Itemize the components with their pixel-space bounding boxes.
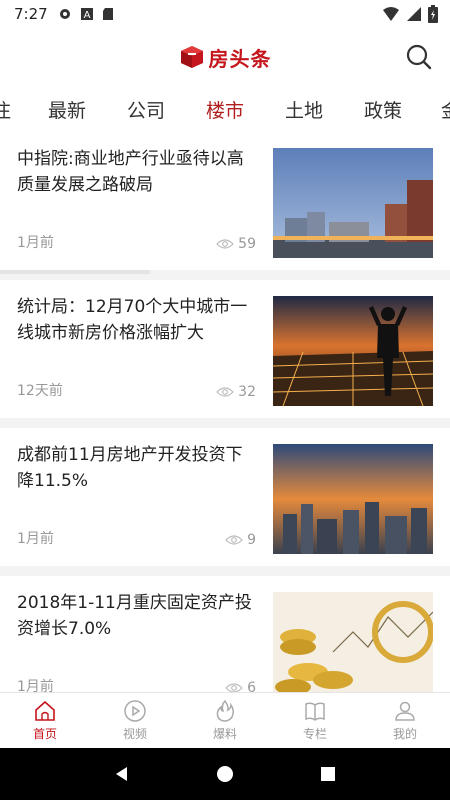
bottom-nav: 首页 视频 爆料 专栏 我的	[0, 692, 450, 748]
view-count: 59	[238, 236, 256, 252]
tab-policy[interactable]: 政策	[364, 96, 402, 123]
view-count: 9	[247, 532, 256, 548]
notification-a-icon: A	[80, 8, 93, 21]
app-header: 房头条	[0, 28, 450, 86]
battery-icon	[428, 5, 438, 23]
status-time: 7:27	[14, 5, 48, 23]
home-circle-icon[interactable]	[216, 765, 234, 783]
article-views: 9	[225, 532, 256, 548]
eye-icon	[225, 683, 243, 692]
nav-column[interactable]: 专栏	[270, 693, 360, 748]
night-city-image	[273, 296, 433, 406]
eye-icon	[216, 387, 235, 397]
status-bar: 7:27 A	[0, 0, 450, 28]
nav-profile-label: 我的	[392, 727, 417, 741]
article-thumbnail	[273, 444, 433, 554]
tab-latest[interactable]: 最新	[48, 96, 86, 123]
sunset-skyline-image	[273, 444, 433, 554]
logo-text: 房头条	[208, 46, 272, 71]
system-nav-bar	[0, 748, 450, 800]
nav-column-label: 专栏	[302, 727, 327, 741]
user-icon	[395, 701, 415, 721]
tab-property-market[interactable]: 楼市	[206, 96, 244, 123]
article-card[interactable]: 成都前11月房地产开发投资下降11.5% 1月前 9	[0, 428, 450, 566]
tab-partial-left[interactable]: 注	[0, 96, 11, 123]
article-time: 1月前	[17, 531, 54, 547]
recents-icon[interactable]	[319, 765, 337, 783]
scroll-divider	[0, 270, 150, 274]
article-card[interactable]: 中指院:商业地产行业亟待以高质量发展之路破局 1月前 59	[0, 132, 450, 270]
article-views: 32	[216, 384, 256, 400]
view-count: 32	[238, 384, 256, 400]
nav-tips[interactable]: 爆料	[180, 693, 270, 748]
book-icon	[305, 702, 325, 721]
category-tabs: 注 最新 公司 楼市 土地 政策 金	[0, 86, 450, 132]
fire-icon	[216, 699, 235, 722]
settings-icon	[59, 9, 70, 19]
article-title: 中指院:商业地产行业亟待以高质量发展之路破局	[17, 149, 244, 195]
tab-land[interactable]: 土地	[285, 96, 323, 123]
article-title: 2018年1-11月重庆固定资产投资增长7.0%	[17, 593, 252, 639]
article-feed[interactable]: 中指院:商业地产行业亟待以高质量发展之路破局 1月前 59 统计局：12月70个…	[0, 132, 450, 692]
city-buildings-image	[273, 148, 433, 258]
nav-video[interactable]: 视频	[90, 693, 180, 748]
article-thumbnail	[273, 296, 433, 406]
back-icon[interactable]	[113, 765, 131, 783]
view-count: 6	[247, 680, 256, 692]
article-title: 成都前11月房地产开发投资下降11.5%	[17, 445, 243, 491]
home-icon	[35, 700, 55, 721]
search-icon[interactable]	[404, 42, 434, 72]
article-time: 12天前	[17, 383, 63, 399]
eye-icon	[216, 239, 235, 249]
tab-partial-right[interactable]: 金	[441, 96, 450, 123]
sd-card-icon	[102, 8, 113, 20]
play-icon	[124, 700, 146, 722]
article-time: 1月前	[17, 679, 54, 692]
article-time: 1月前	[17, 235, 54, 251]
svg-text:A: A	[83, 10, 90, 21]
logo-cube-icon	[180, 46, 203, 68]
article-card[interactable]: 统计局：12月70个大中城市一线城市新房价格涨幅扩大 12天前 32	[0, 280, 450, 418]
eye-icon	[225, 535, 243, 545]
status-right	[382, 5, 438, 23]
nav-tips-label: 爆料	[212, 727, 237, 741]
article-views: 6	[225, 680, 256, 692]
article-card[interactable]: 2018年1-11月重庆固定资产投资增长7.0% 1月前 6	[0, 576, 450, 692]
article-views: 59	[216, 236, 256, 252]
signal-icon	[407, 7, 421, 21]
app-logo[interactable]: 房头条	[179, 43, 272, 72]
nav-home-label: 首页	[32, 727, 57, 741]
wifi-icon	[383, 7, 399, 21]
nav-profile[interactable]: 我的	[360, 693, 450, 748]
article-title: 统计局：12月70个大中城市一线城市新房价格涨幅扩大	[17, 297, 248, 343]
gold-coins-image	[273, 592, 433, 692]
article-thumbnail	[273, 148, 433, 258]
nav-home[interactable]: 首页	[0, 693, 90, 748]
article-thumbnail	[273, 592, 433, 692]
nav-video-label: 视频	[122, 727, 147, 741]
tab-company[interactable]: 公司	[127, 96, 165, 123]
